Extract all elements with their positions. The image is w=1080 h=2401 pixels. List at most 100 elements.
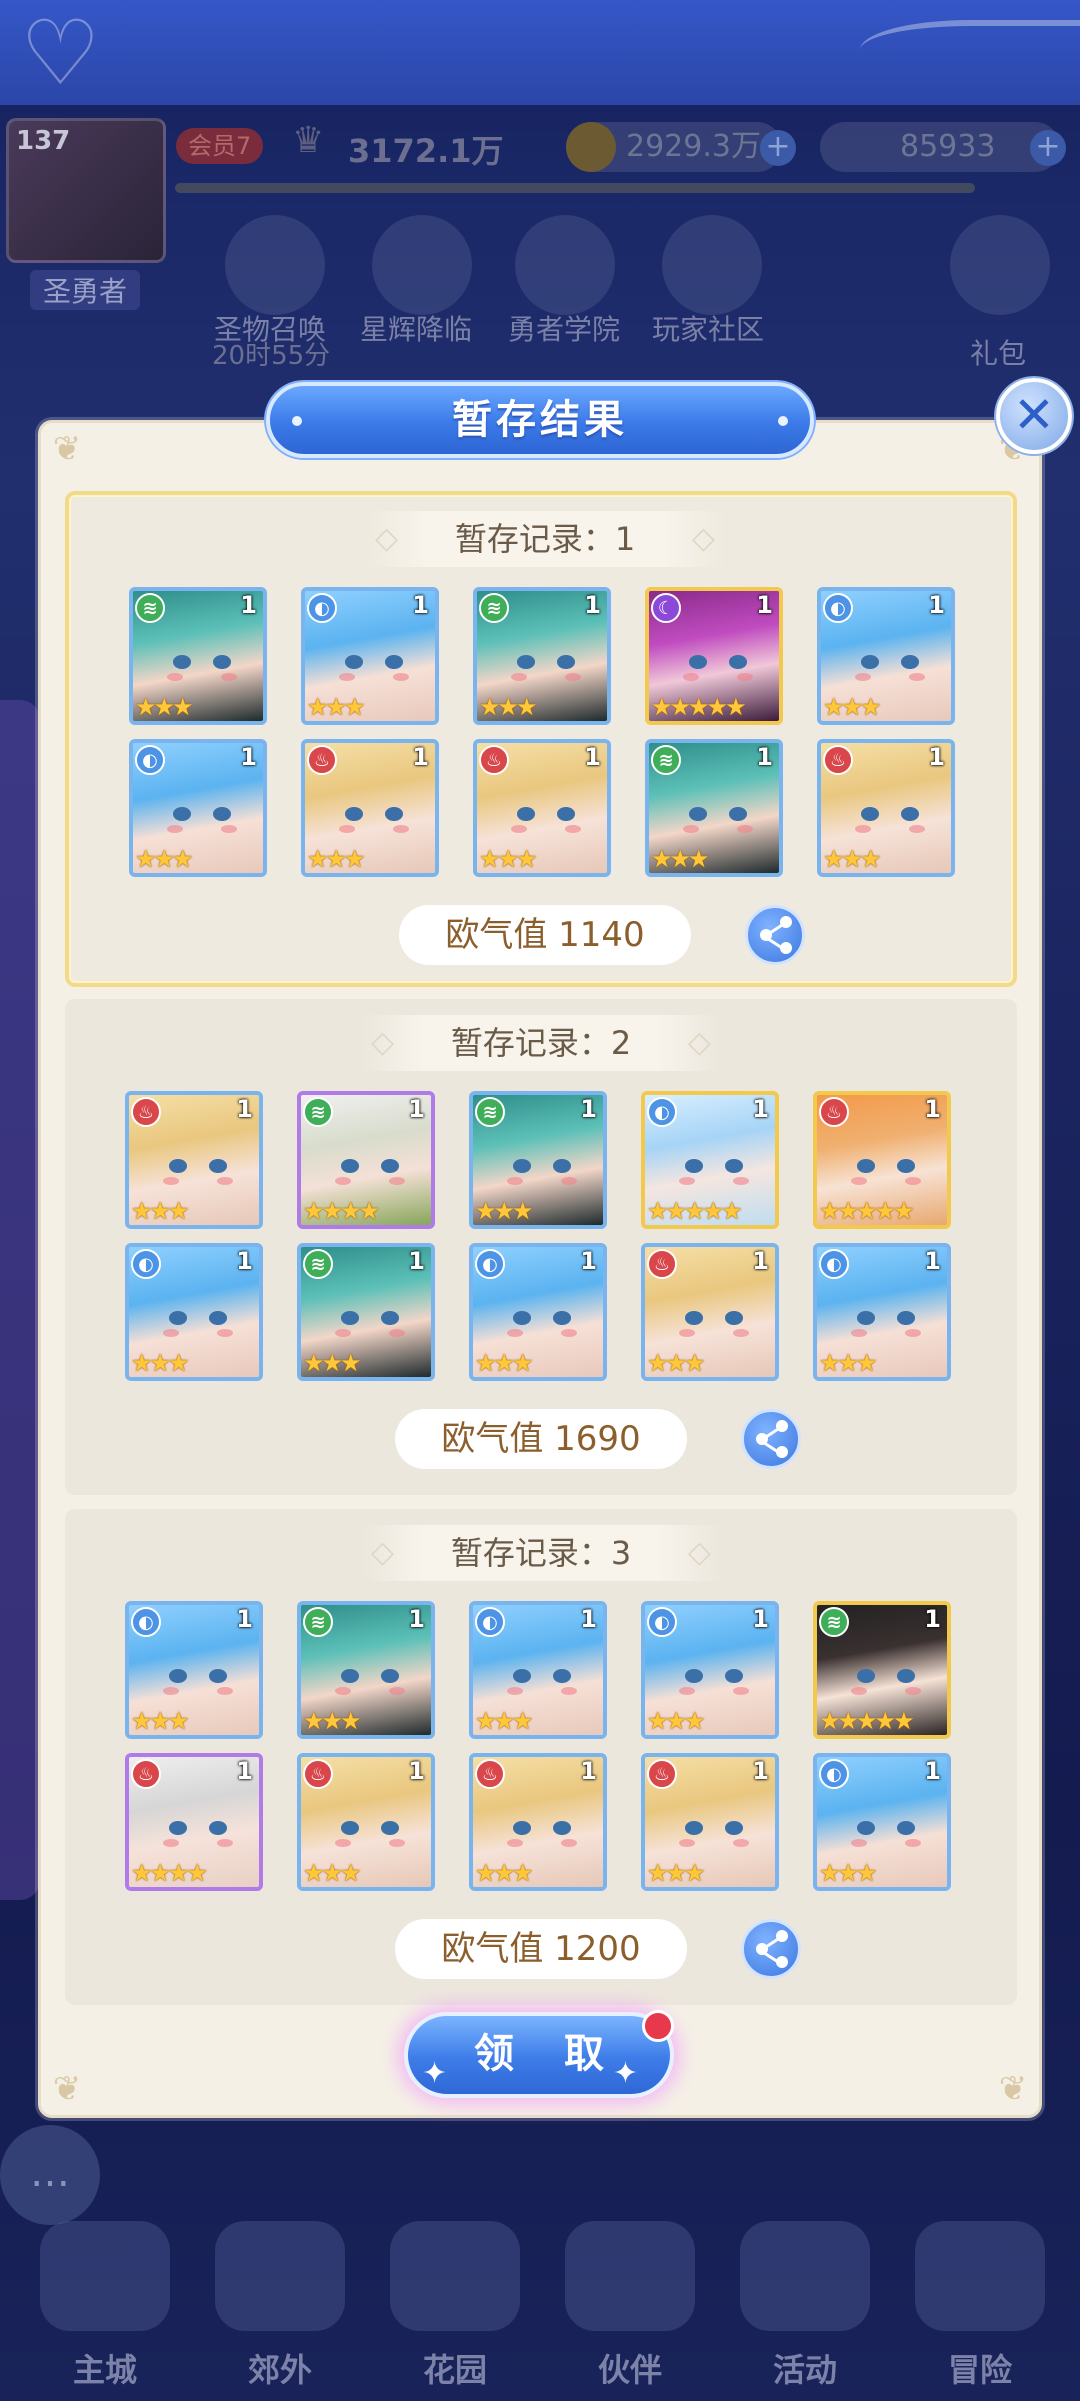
menu-gift[interactable]: 礼包	[970, 332, 1026, 372]
character-card[interactable]: ♨ 1 ★★★	[297, 1753, 435, 1891]
character-card[interactable]: ♨ 1 ★★★★★	[813, 1091, 951, 1229]
eye	[381, 1821, 399, 1835]
eye	[689, 807, 707, 821]
character-card[interactable]: ≋ 1 ★★★★★	[813, 1601, 951, 1739]
add-gold-button[interactable]: +	[760, 130, 796, 166]
share-button[interactable]	[745, 905, 805, 965]
eye	[173, 655, 191, 669]
blush	[163, 1839, 179, 1847]
character-face	[335, 1303, 405, 1347]
character-card[interactable]: ♨ 1 ★★★	[469, 1753, 607, 1891]
character-card[interactable]: ☾ 1 ★★★★★	[645, 587, 783, 725]
star-rating: ★★★	[303, 1859, 362, 1887]
blush	[679, 1687, 695, 1695]
blush	[335, 1177, 351, 1185]
claim-button[interactable]: ✦ 领 取 ✦	[404, 2012, 674, 2098]
notification-dot	[642, 2010, 674, 2042]
eye	[901, 807, 919, 821]
chat-icon[interactable]: …	[0, 2125, 100, 2225]
eye	[725, 1669, 743, 1683]
character-card[interactable]: ≋ 1 ★★★	[297, 1243, 435, 1381]
eye	[857, 1821, 875, 1835]
eye	[169, 1311, 187, 1325]
character-card[interactable]: ◐ 1 ★★★	[469, 1243, 607, 1381]
card-count: 1	[408, 1605, 425, 1633]
starlight-icon[interactable]	[372, 215, 472, 315]
compass-icon	[915, 2221, 1045, 2331]
nav-events[interactable]: 活动	[730, 2221, 880, 2391]
eye	[169, 1669, 187, 1683]
character-card[interactable]: ♨ 1 ★★★	[473, 739, 611, 877]
character-card[interactable]: ≋ 1 ★★★	[473, 587, 611, 725]
character-card[interactable]: ≋ 1 ★★★	[129, 587, 267, 725]
character-card[interactable]: ◐ 1 ★★★	[641, 1601, 779, 1739]
nav-garden[interactable]: 花园	[380, 2221, 530, 2391]
nav-suburb[interactable]: 郊外	[205, 2221, 355, 2391]
wind-element-icon: ≋	[651, 745, 681, 775]
blush	[507, 1329, 523, 1337]
star-rating: ★★★	[131, 1349, 190, 1377]
share-button[interactable]	[741, 1409, 801, 1469]
suburb-icon	[215, 2221, 345, 2331]
blush	[851, 1687, 867, 1695]
eye	[685, 1311, 703, 1325]
eye	[213, 655, 231, 669]
eye	[209, 1821, 227, 1835]
character-card[interactable]: ◐ 1 ★★★	[125, 1243, 263, 1381]
menu-starlight[interactable]: 星辉降临	[360, 308, 472, 348]
character-face	[335, 1151, 405, 1195]
card-count: 1	[752, 1247, 769, 1275]
blush	[389, 1839, 405, 1847]
blush	[561, 1329, 577, 1337]
character-card[interactable]: ♨ 1 ★★★★	[125, 1753, 263, 1891]
share-button[interactable]	[741, 1919, 801, 1979]
nav-partners[interactable]: 伙伴	[555, 2221, 705, 2391]
character-card[interactable]: ≋ 1 ★★★★	[297, 1091, 435, 1229]
character-card[interactable]: ♨ 1 ★★★	[125, 1091, 263, 1229]
character-card[interactable]: ◐ 1 ★★★★★	[641, 1091, 779, 1229]
wind-element-icon: ≋	[135, 593, 165, 623]
character-card[interactable]: ◐ 1 ★★★	[813, 1753, 951, 1891]
wind-element-icon: ≋	[475, 1097, 505, 1127]
character-card[interactable]: ◐ 1 ★★★	[129, 739, 267, 877]
star-rating: ★★★	[647, 1859, 706, 1887]
blush	[507, 1177, 523, 1185]
character-card[interactable]: ♨ 1 ★★★	[301, 739, 439, 877]
character-card[interactable]: ≋ 1 ★★★	[469, 1091, 607, 1229]
blush	[511, 673, 527, 681]
character-card[interactable]: ≋ 1 ★★★	[297, 1601, 435, 1739]
character-card[interactable]: ♨ 1 ★★★	[641, 1753, 779, 1891]
eye	[557, 807, 575, 821]
eye	[385, 655, 403, 669]
tap-community-icon[interactable]	[662, 215, 762, 315]
record-section-1: 暂存记录：1 ≋1★★★◐1★★★≋1★★★☾1★★★★★◐1★★★◐1★★★♨…	[65, 491, 1017, 987]
menu-community[interactable]: 玩家社区	[652, 308, 764, 348]
luck-value: 欧气值 1200	[395, 1919, 687, 1979]
nav-adventure[interactable]: 冒险	[905, 2221, 1055, 2391]
close-button[interactable]: ✕	[996, 378, 1072, 454]
character-card[interactable]: ◐ 1 ★★★	[301, 587, 439, 725]
character-card[interactable]: ◐ 1 ★★★	[817, 587, 955, 725]
menu-academy[interactable]: 勇者学院	[508, 308, 620, 348]
eye	[897, 1159, 915, 1173]
eye	[553, 1669, 571, 1683]
sparkle-icon: ✦	[422, 2056, 466, 2091]
character-face	[683, 647, 753, 691]
character-card[interactable]: ≋ 1 ★★★	[645, 739, 783, 877]
star-rating: ★★★	[135, 845, 194, 873]
character-card[interactable]: ◐ 1 ★★★	[813, 1243, 951, 1381]
blush	[167, 673, 183, 681]
vip-badge[interactable]: 会员7	[176, 128, 264, 164]
gem-counter: 85933	[820, 122, 1060, 172]
add-gem-button[interactable]: +	[1030, 130, 1066, 166]
character-card[interactable]: ◐ 1 ★★★	[125, 1601, 263, 1739]
character-face	[511, 647, 581, 691]
character-card[interactable]: ♨ 1 ★★★	[817, 739, 955, 877]
relic-summon-icon[interactable]	[225, 215, 325, 315]
event-icon	[740, 2221, 870, 2331]
character-card[interactable]: ◐ 1 ★★★	[469, 1601, 607, 1739]
gift-icon[interactable]	[950, 215, 1050, 315]
character-card[interactable]: ♨ 1 ★★★	[641, 1243, 779, 1381]
academy-icon[interactable]	[515, 215, 615, 315]
nav-main-city[interactable]: 主城	[30, 2221, 180, 2391]
